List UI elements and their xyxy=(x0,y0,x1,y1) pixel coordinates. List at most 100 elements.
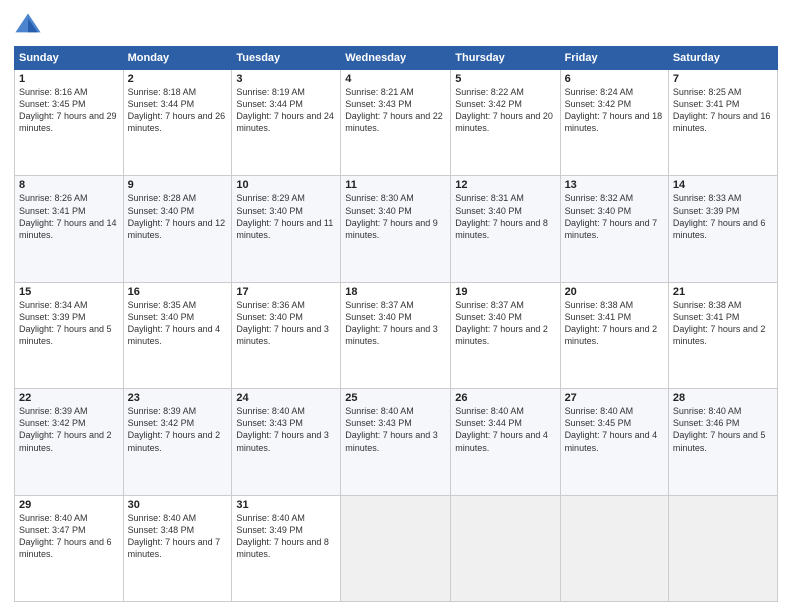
day-info: Sunrise: 8:35 AM Sunset: 3:40 PM Dayligh… xyxy=(128,299,228,348)
sunset-label: Sunset: 3:45 PM xyxy=(19,99,86,109)
sunset-label: Sunset: 3:48 PM xyxy=(128,525,195,535)
day-number: 22 xyxy=(19,392,119,404)
daylight-label: Daylight: 7 hours and 3 minutes. xyxy=(236,324,329,346)
calendar-cell: 17 Sunrise: 8:36 AM Sunset: 3:40 PM Dayl… xyxy=(232,282,341,388)
sunset-label: Sunset: 3:45 PM xyxy=(565,418,632,428)
calendar-cell: 13 Sunrise: 8:32 AM Sunset: 3:40 PM Dayl… xyxy=(560,176,668,282)
day-number: 4 xyxy=(345,73,446,85)
calendar-cell: 12 Sunrise: 8:31 AM Sunset: 3:40 PM Dayl… xyxy=(451,176,560,282)
sunrise-label: Sunrise: 8:40 AM xyxy=(673,406,742,416)
calendar-cell: 18 Sunrise: 8:37 AM Sunset: 3:40 PM Dayl… xyxy=(341,282,451,388)
sunset-label: Sunset: 3:39 PM xyxy=(19,312,86,322)
day-number: 11 xyxy=(345,179,446,191)
calendar-week-row: 22 Sunrise: 8:39 AM Sunset: 3:42 PM Dayl… xyxy=(15,389,778,495)
calendar-cell: 14 Sunrise: 8:33 AM Sunset: 3:39 PM Dayl… xyxy=(668,176,777,282)
sunrise-label: Sunrise: 8:25 AM xyxy=(673,87,742,97)
sunset-label: Sunset: 3:42 PM xyxy=(565,99,632,109)
sunset-label: Sunset: 3:40 PM xyxy=(565,206,632,216)
day-number: 13 xyxy=(565,179,664,191)
sunset-label: Sunset: 3:47 PM xyxy=(19,525,86,535)
day-info: Sunrise: 8:40 AM Sunset: 3:47 PM Dayligh… xyxy=(19,512,119,561)
day-number: 7 xyxy=(673,73,773,85)
day-info: Sunrise: 8:29 AM Sunset: 3:40 PM Dayligh… xyxy=(236,192,336,241)
sunset-label: Sunset: 3:40 PM xyxy=(455,312,522,322)
day-info: Sunrise: 8:37 AM Sunset: 3:40 PM Dayligh… xyxy=(455,299,555,348)
calendar-cell: 2 Sunrise: 8:18 AM Sunset: 3:44 PM Dayli… xyxy=(123,70,232,176)
daylight-label: Daylight: 7 hours and 14 minutes. xyxy=(19,218,117,240)
day-number: 29 xyxy=(19,499,119,511)
calendar-week-row: 8 Sunrise: 8:26 AM Sunset: 3:41 PM Dayli… xyxy=(15,176,778,282)
sunrise-label: Sunrise: 8:40 AM xyxy=(455,406,524,416)
day-number: 27 xyxy=(565,392,664,404)
sunrise-label: Sunrise: 8:28 AM xyxy=(128,193,197,203)
day-info: Sunrise: 8:39 AM Sunset: 3:42 PM Dayligh… xyxy=(128,405,228,454)
header xyxy=(14,10,778,38)
day-info: Sunrise: 8:37 AM Sunset: 3:40 PM Dayligh… xyxy=(345,299,446,348)
daylight-label: Daylight: 7 hours and 7 minutes. xyxy=(128,537,221,559)
day-info: Sunrise: 8:33 AM Sunset: 3:39 PM Dayligh… xyxy=(673,192,773,241)
day-number: 19 xyxy=(455,286,555,298)
sunrise-label: Sunrise: 8:40 AM xyxy=(236,513,305,523)
sunrise-label: Sunrise: 8:37 AM xyxy=(455,300,524,310)
sunrise-label: Sunrise: 8:35 AM xyxy=(128,300,197,310)
daylight-label: Daylight: 7 hours and 3 minutes. xyxy=(345,324,438,346)
weekday-header-thursday: Thursday xyxy=(451,47,560,70)
calendar-cell: 6 Sunrise: 8:24 AM Sunset: 3:42 PM Dayli… xyxy=(560,70,668,176)
day-number: 30 xyxy=(128,499,228,511)
day-number: 5 xyxy=(455,73,555,85)
day-info: Sunrise: 8:18 AM Sunset: 3:44 PM Dayligh… xyxy=(128,86,228,135)
daylight-label: Daylight: 7 hours and 24 minutes. xyxy=(236,111,334,133)
sunrise-label: Sunrise: 8:38 AM xyxy=(565,300,634,310)
sunset-label: Sunset: 3:40 PM xyxy=(236,206,303,216)
sunrise-label: Sunrise: 8:29 AM xyxy=(236,193,305,203)
day-info: Sunrise: 8:36 AM Sunset: 3:40 PM Dayligh… xyxy=(236,299,336,348)
day-number: 9 xyxy=(128,179,228,191)
day-info: Sunrise: 8:26 AM Sunset: 3:41 PM Dayligh… xyxy=(19,192,119,241)
calendar-cell: 9 Sunrise: 8:28 AM Sunset: 3:40 PM Dayli… xyxy=(123,176,232,282)
calendar-cell: 16 Sunrise: 8:35 AM Sunset: 3:40 PM Dayl… xyxy=(123,282,232,388)
daylight-label: Daylight: 7 hours and 7 minutes. xyxy=(565,218,658,240)
sunset-label: Sunset: 3:42 PM xyxy=(128,418,195,428)
day-number: 14 xyxy=(673,179,773,191)
calendar-week-row: 15 Sunrise: 8:34 AM Sunset: 3:39 PM Dayl… xyxy=(15,282,778,388)
sunrise-label: Sunrise: 8:36 AM xyxy=(236,300,305,310)
daylight-label: Daylight: 7 hours and 8 minutes. xyxy=(455,218,548,240)
day-number: 1 xyxy=(19,73,119,85)
calendar-cell: 28 Sunrise: 8:40 AM Sunset: 3:46 PM Dayl… xyxy=(668,389,777,495)
daylight-label: Daylight: 7 hours and 6 minutes. xyxy=(19,537,112,559)
day-number: 31 xyxy=(236,499,336,511)
day-number: 8 xyxy=(19,179,119,191)
day-info: Sunrise: 8:19 AM Sunset: 3:44 PM Dayligh… xyxy=(236,86,336,135)
daylight-label: Daylight: 7 hours and 11 minutes. xyxy=(236,218,333,240)
day-number: 3 xyxy=(236,73,336,85)
sunrise-label: Sunrise: 8:40 AM xyxy=(565,406,634,416)
sunset-label: Sunset: 3:41 PM xyxy=(673,99,740,109)
day-number: 26 xyxy=(455,392,555,404)
sunset-label: Sunset: 3:40 PM xyxy=(236,312,303,322)
calendar-cell xyxy=(668,495,777,601)
sunset-label: Sunset: 3:41 PM xyxy=(19,206,86,216)
calendar-cell: 3 Sunrise: 8:19 AM Sunset: 3:44 PM Dayli… xyxy=(232,70,341,176)
calendar-table: SundayMondayTuesdayWednesdayThursdayFrid… xyxy=(14,46,778,602)
sunrise-label: Sunrise: 8:34 AM xyxy=(19,300,88,310)
sunset-label: Sunset: 3:40 PM xyxy=(128,312,195,322)
page: SundayMondayTuesdayWednesdayThursdayFrid… xyxy=(0,0,792,612)
weekday-header-wednesday: Wednesday xyxy=(341,47,451,70)
sunset-label: Sunset: 3:43 PM xyxy=(236,418,303,428)
calendar-cell: 19 Sunrise: 8:37 AM Sunset: 3:40 PM Dayl… xyxy=(451,282,560,388)
day-info: Sunrise: 8:21 AM Sunset: 3:43 PM Dayligh… xyxy=(345,86,446,135)
calendar-cell: 11 Sunrise: 8:30 AM Sunset: 3:40 PM Dayl… xyxy=(341,176,451,282)
day-info: Sunrise: 8:24 AM Sunset: 3:42 PM Dayligh… xyxy=(565,86,664,135)
day-number: 24 xyxy=(236,392,336,404)
logo xyxy=(14,10,47,38)
day-info: Sunrise: 8:34 AM Sunset: 3:39 PM Dayligh… xyxy=(19,299,119,348)
daylight-label: Daylight: 7 hours and 16 minutes. xyxy=(673,111,771,133)
calendar-cell: 4 Sunrise: 8:21 AM Sunset: 3:43 PM Dayli… xyxy=(341,70,451,176)
day-info: Sunrise: 8:40 AM Sunset: 3:46 PM Dayligh… xyxy=(673,405,773,454)
day-info: Sunrise: 8:22 AM Sunset: 3:42 PM Dayligh… xyxy=(455,86,555,135)
calendar-week-row: 1 Sunrise: 8:16 AM Sunset: 3:45 PM Dayli… xyxy=(15,70,778,176)
day-info: Sunrise: 8:40 AM Sunset: 3:45 PM Dayligh… xyxy=(565,405,664,454)
sunset-label: Sunset: 3:40 PM xyxy=(345,206,412,216)
sunset-label: Sunset: 3:39 PM xyxy=(673,206,740,216)
calendar-cell: 24 Sunrise: 8:40 AM Sunset: 3:43 PM Dayl… xyxy=(232,389,341,495)
